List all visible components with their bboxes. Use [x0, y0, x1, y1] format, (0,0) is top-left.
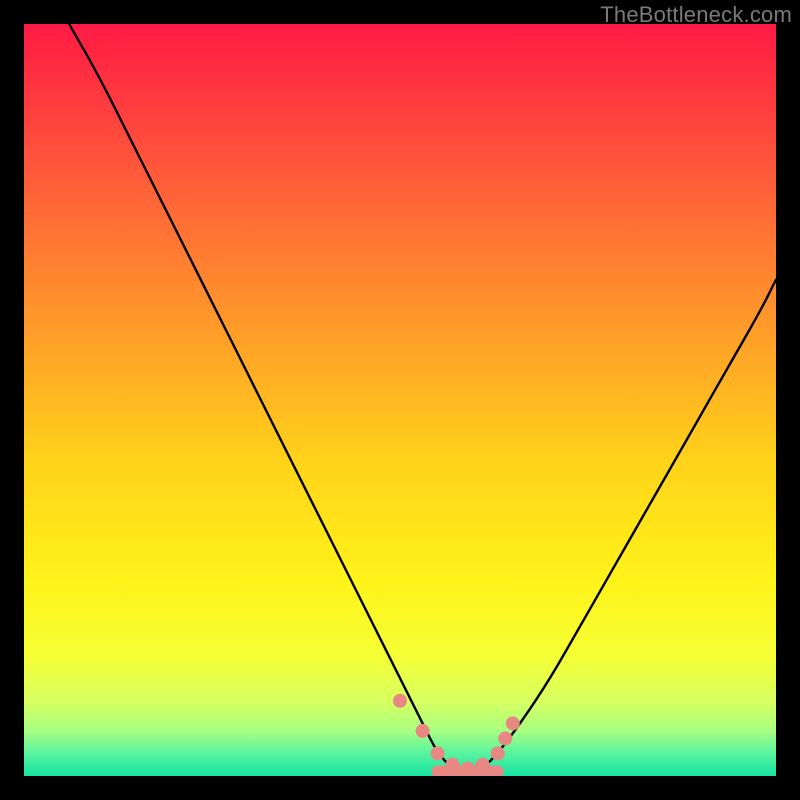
- marker-dot: [446, 758, 460, 772]
- marker-dot: [416, 724, 430, 738]
- chart-frame: [24, 24, 776, 776]
- marker-dot: [461, 762, 475, 776]
- marker-dot: [498, 731, 512, 745]
- watermark-text: TheBottleneck.com: [600, 2, 792, 28]
- bottleneck-chart: [24, 24, 776, 776]
- marker-dot: [476, 758, 490, 772]
- marker-dot: [491, 746, 505, 760]
- marker-dot: [393, 694, 407, 708]
- gradient-background: [24, 24, 776, 776]
- marker-dot: [506, 716, 520, 730]
- marker-dot: [431, 746, 445, 760]
